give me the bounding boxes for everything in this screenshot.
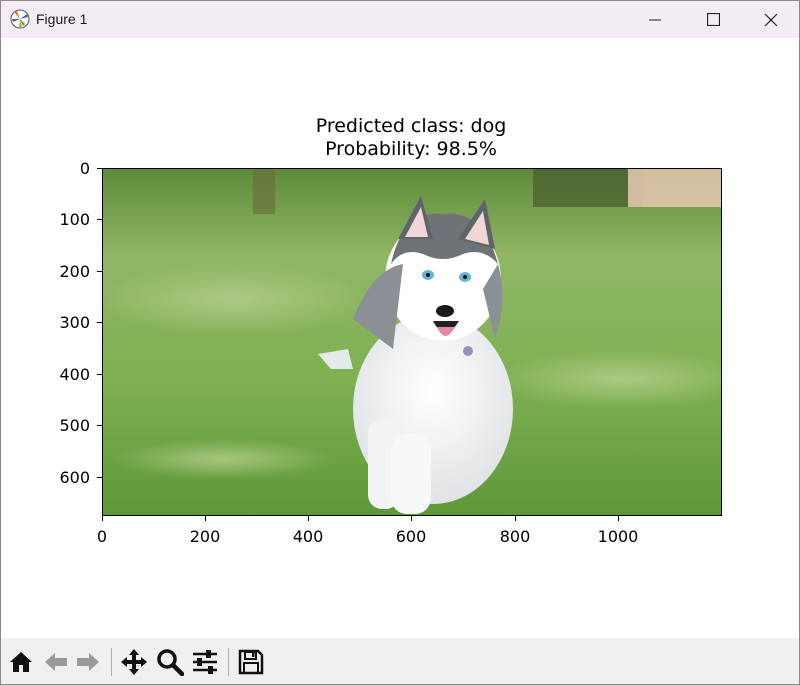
back-button[interactable] [41,647,71,677]
xtick-mark [308,516,309,521]
dog-photo [103,169,721,515]
home-button[interactable] [6,647,36,677]
xtick-label: 200 [189,527,221,546]
minimize-icon [649,19,661,20]
ytick-label: 500 [59,416,90,435]
ytick-mark [97,477,102,478]
ytick-label: 400 [59,365,90,384]
figure-canvas[interactable]: Predicted class: dog Probability: 98.5% [1,38,799,638]
ytick-mark [97,219,102,220]
back-icon [45,653,67,671]
configure-subplots-button[interactable] [190,647,220,677]
zoom-icon [157,649,184,676]
navigation-toolbar [1,638,799,684]
home-icon [10,652,32,672]
save-icon [238,649,264,675]
ytick-label: 200 [59,262,90,281]
ytick-mark [97,271,102,272]
ytick-label: 300 [59,313,90,332]
minimize-button[interactable] [626,1,684,38]
ytick-label: 0 [79,159,90,178]
toolbar-separator [111,648,112,676]
window-title: Figure 1 [36,11,88,27]
forward-icon [77,653,99,671]
maximize-icon [706,13,720,26]
xtick-mark [102,516,103,521]
save-button[interactable] [236,647,266,677]
xtick-label: 600 [395,527,427,546]
ytick-mark [97,374,102,375]
ytick-mark [97,168,102,169]
xtick-label: 1000 [597,527,639,546]
xtick-mark [515,516,516,521]
ytick-mark [97,322,102,323]
ytick-label: 100 [59,210,90,229]
image-axes[interactable] [102,168,722,516]
xtick-mark [205,516,206,521]
xtick-label: 0 [96,527,108,546]
figure-window: Figure 1 Predicted class: dog Probabilit… [0,0,800,685]
pan-icon [121,649,147,675]
xtick-label: 400 [292,527,324,546]
xtick-mark [411,516,412,521]
pan-button[interactable] [119,647,149,677]
title-bar[interactable]: Figure 1 [1,1,799,38]
matplotlib-logo-icon [10,9,30,29]
xtick-mark [618,516,619,521]
close-icon [764,13,778,26]
forward-button[interactable] [73,647,103,677]
maximize-button[interactable] [684,1,742,38]
xtick-label: 800 [499,527,531,546]
plot-title-line-2: Probability: 98.5% [325,138,497,160]
toolbar-separator [228,648,229,676]
plot-title-line-1: Predicted class: dog [315,115,507,137]
close-button[interactable] [742,1,799,38]
configure-subplots-icon [193,650,217,674]
zoom-button[interactable] [155,647,185,677]
ytick-label: 600 [59,468,90,487]
ytick-mark [97,425,102,426]
